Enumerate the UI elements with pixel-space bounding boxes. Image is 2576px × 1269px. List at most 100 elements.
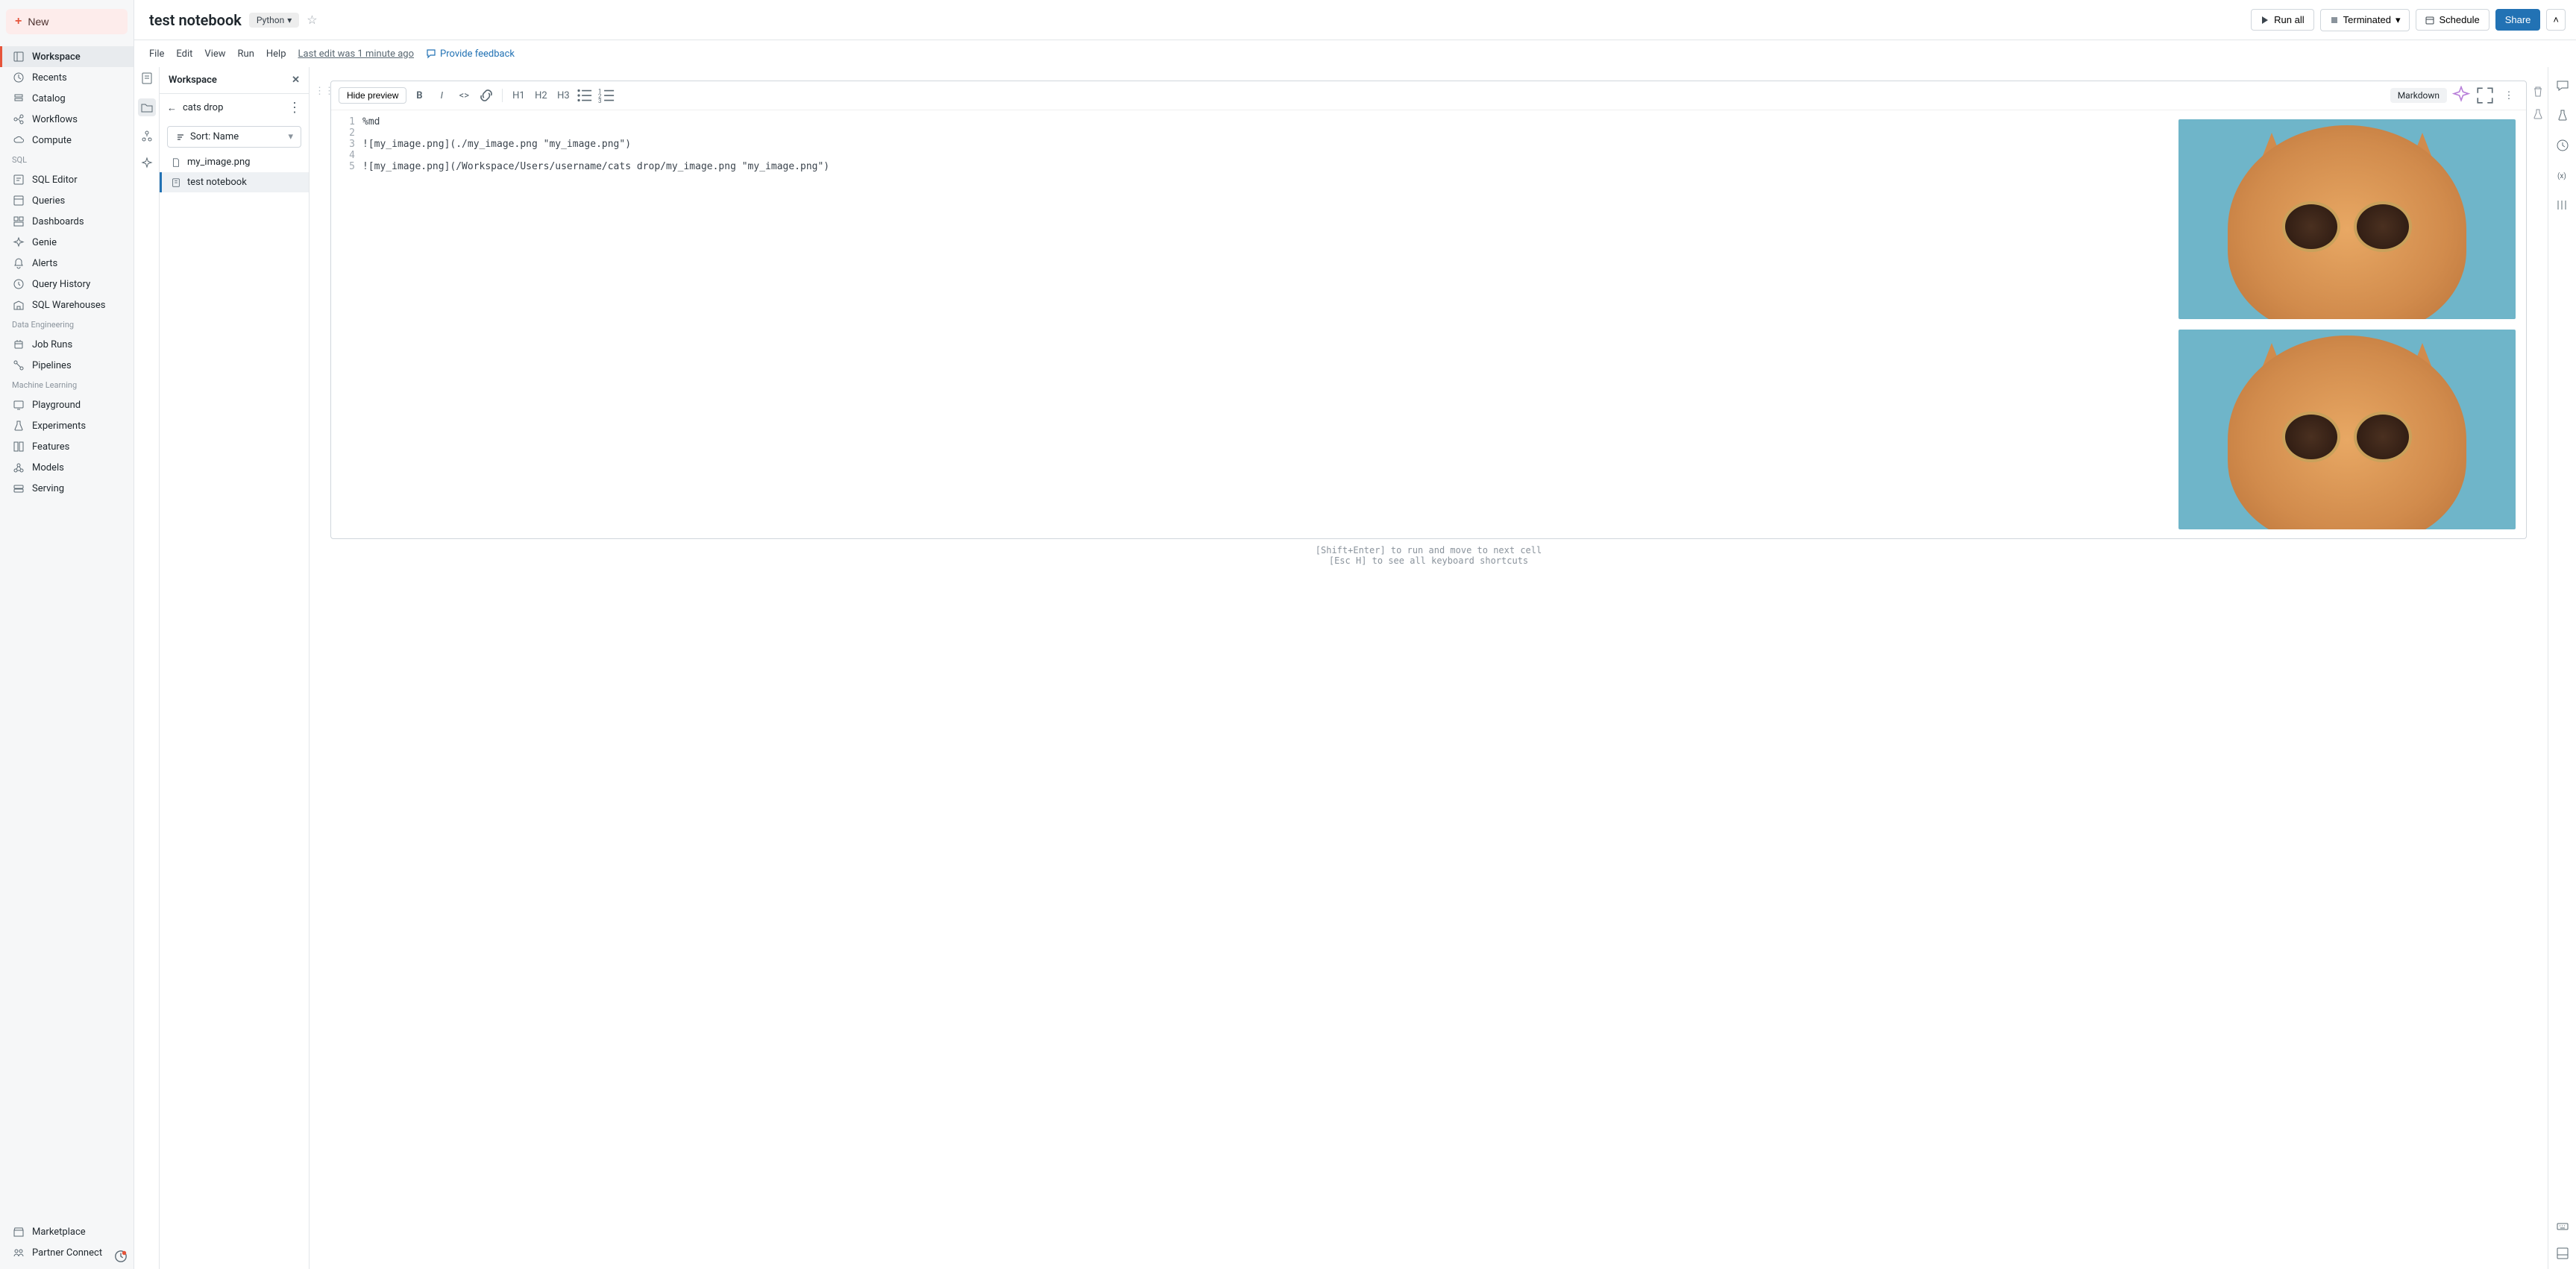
header-bar: test notebook Python ▾ ☆ Run all Termina… — [0, 0, 2576, 40]
recent-activity-icon[interactable] — [114, 1250, 128, 1263]
share-button[interactable]: Share — [2495, 9, 2541, 31]
file-item-test-notebook[interactable]: test notebook — [160, 172, 309, 192]
drag-handle-icon[interactable]: ⋮⋮ — [315, 86, 334, 97]
folder-tab-icon[interactable] — [138, 98, 156, 116]
numbered-list-icon[interactable]: 123 — [598, 86, 618, 105]
keyboard-hints: [Shift+Enter] to run and move to next ce… — [330, 539, 2527, 576]
line-number: 4 — [337, 150, 362, 161]
editor-area: ⋮⋮ Hide preview B I <> H1 H2 H3 — [310, 67, 2548, 1269]
sidebar-item-sql-warehouses[interactable]: SQL Warehouses — [0, 295, 133, 315]
chevron-down-icon: ▾ — [287, 15, 292, 25]
revision-history-icon[interactable] — [2556, 139, 2569, 152]
hide-preview-button[interactable]: Hide preview — [339, 87, 406, 104]
run-all-button[interactable]: Run all — [2251, 9, 2313, 31]
sidebar-item-pipelines[interactable]: Pipelines — [0, 355, 133, 376]
sidebar-item-label: Alerts — [32, 258, 57, 269]
sidebar-item-genie[interactable]: Genie — [0, 232, 133, 253]
mlflow-icon[interactable] — [2556, 109, 2569, 122]
menu-edit[interactable]: Edit — [176, 48, 192, 60]
explorer-tab-rail — [134, 67, 160, 1269]
code-line[interactable]: 1 %md — [331, 116, 2168, 127]
back-arrow-icon[interactable]: ← — [167, 102, 177, 114]
notebook-tab-icon[interactable] — [140, 72, 154, 85]
queries-icon — [13, 195, 25, 207]
serving-icon — [13, 482, 25, 494]
cell-toolbar: Hide preview B I <> H1 H2 H3 123 Markdow… — [331, 81, 2526, 110]
sidebar-item-experiments[interactable]: Experiments — [0, 415, 133, 436]
sidebar-item-queries[interactable]: Queries — [0, 190, 133, 211]
cell-kebab-icon[interactable]: ⋮ — [2499, 86, 2519, 105]
panel-icon[interactable] — [2556, 198, 2569, 212]
sidebar-item-job-runs[interactable]: Job Runs — [0, 334, 133, 355]
sort-dropdown[interactable]: Sort: Name ▾ — [167, 126, 301, 148]
sidebar-item-playground[interactable]: Playground — [0, 394, 133, 415]
menu-run[interactable]: Run — [238, 48, 254, 60]
last-edit-link[interactable]: Last edit was 1 minute ago — [298, 48, 415, 60]
playground-icon — [13, 399, 25, 411]
sidebar-item-serving[interactable]: Serving — [0, 478, 133, 499]
language-selector[interactable]: Python ▾ — [249, 13, 299, 28]
line-number: 1 — [337, 116, 362, 127]
bold-icon[interactable]: B — [409, 86, 429, 105]
schedule-button[interactable]: Schedule — [2416, 9, 2489, 31]
sidebar-item-query-history[interactable]: Query History — [0, 274, 133, 295]
h1-button[interactable]: H1 — [509, 86, 528, 105]
file-item-my_image-png[interactable]: my_image.png — [160, 152, 309, 172]
h2-button[interactable]: H2 — [531, 86, 550, 105]
keyboard-icon[interactable] — [2556, 1220, 2569, 1233]
sidebar-item-features[interactable]: Features — [0, 436, 133, 457]
cell-type-pill[interactable]: Markdown — [2390, 88, 2447, 103]
menu-view[interactable]: View — [204, 48, 225, 60]
h3-button[interactable]: H3 — [553, 86, 573, 105]
star-icon[interactable]: ☆ — [307, 13, 317, 27]
output-panel-icon[interactable] — [2556, 1247, 2569, 1260]
code-line[interactable]: 3 ![my_image.png](./my_image.png "my_ima… — [331, 139, 2168, 150]
breadcrumb[interactable]: cats drop — [183, 102, 223, 113]
sidebar-item-dashboards[interactable]: Dashboards — [0, 211, 133, 232]
kebab-menu-icon[interactable]: ⋮ — [288, 100, 301, 116]
variables-icon[interactable]: (x) — [2556, 169, 2569, 182]
ai-sparkle-icon[interactable] — [2451, 86, 2471, 105]
code-line[interactable]: 5 ![my_image.png](/Workspace/Users/usern… — [331, 161, 2168, 172]
italic-icon[interactable]: I — [432, 86, 451, 105]
sidebar-item-workspace[interactable]: Workspace — [0, 46, 133, 67]
preview-image-1 — [2178, 119, 2516, 319]
sidebar-item-marketplace[interactable]: Marketplace — [0, 1221, 133, 1242]
nav-section-label: Data Engineering — [0, 315, 133, 334]
menu-help[interactable]: Help — [266, 48, 286, 60]
sidebar-item-workflows[interactable]: Workflows — [0, 109, 133, 130]
link-icon[interactable] — [477, 86, 496, 105]
comments-icon[interactable] — [2556, 79, 2569, 92]
sidebar-item-compute[interactable]: Compute — [0, 130, 133, 151]
menu-file[interactable]: File — [149, 48, 164, 60]
code-editor[interactable]: 1 %md 2 3 ![my_image.png](./my_image.png… — [331, 110, 2168, 538]
explorer-title: Workspace — [169, 75, 217, 86]
collapse-header-button[interactable]: ˄ — [2546, 9, 2566, 31]
sidebar-item-recents[interactable]: Recents — [0, 67, 133, 88]
feedback-link[interactable]: Provide feedback — [426, 48, 515, 60]
sidebar-item-label: Job Runs — [32, 339, 72, 350]
bullet-list-icon[interactable] — [576, 86, 595, 105]
sidebar-item-models[interactable]: Models — [0, 457, 133, 478]
sidebar-item-label: Playground — [32, 400, 81, 411]
sidebar-item-label: Partner Connect — [32, 1247, 102, 1259]
close-icon[interactable]: ✕ — [292, 75, 300, 86]
code-line[interactable]: 2 — [331, 127, 2168, 139]
expand-icon[interactable] — [2475, 86, 2495, 105]
flask-icon[interactable] — [2532, 108, 2544, 120]
sidebar-item-catalog[interactable]: Catalog — [0, 88, 133, 109]
code-icon[interactable]: <> — [454, 86, 474, 105]
svg-text:(x): (x) — [2557, 171, 2566, 180]
sparkle-tab-icon[interactable] — [140, 157, 154, 170]
notebook-title[interactable]: test notebook — [149, 11, 242, 29]
new-button[interactable]: + New — [6, 9, 128, 34]
trash-icon[interactable] — [2532, 86, 2544, 98]
notebook-cell[interactable]: ⋮⋮ Hide preview B I <> H1 H2 H3 — [330, 81, 2527, 539]
code-line[interactable]: 4 — [331, 150, 2168, 161]
sidebar-item-sql-editor[interactable]: SQL Editor — [0, 169, 133, 190]
compute-status-button[interactable]: Terminated ▾ — [2320, 9, 2410, 31]
jobs-icon — [13, 338, 25, 350]
sidebar-item-alerts[interactable]: Alerts — [0, 253, 133, 274]
schema-tab-icon[interactable] — [140, 130, 154, 143]
sidebar-item-label: Dashboards — [32, 216, 84, 227]
